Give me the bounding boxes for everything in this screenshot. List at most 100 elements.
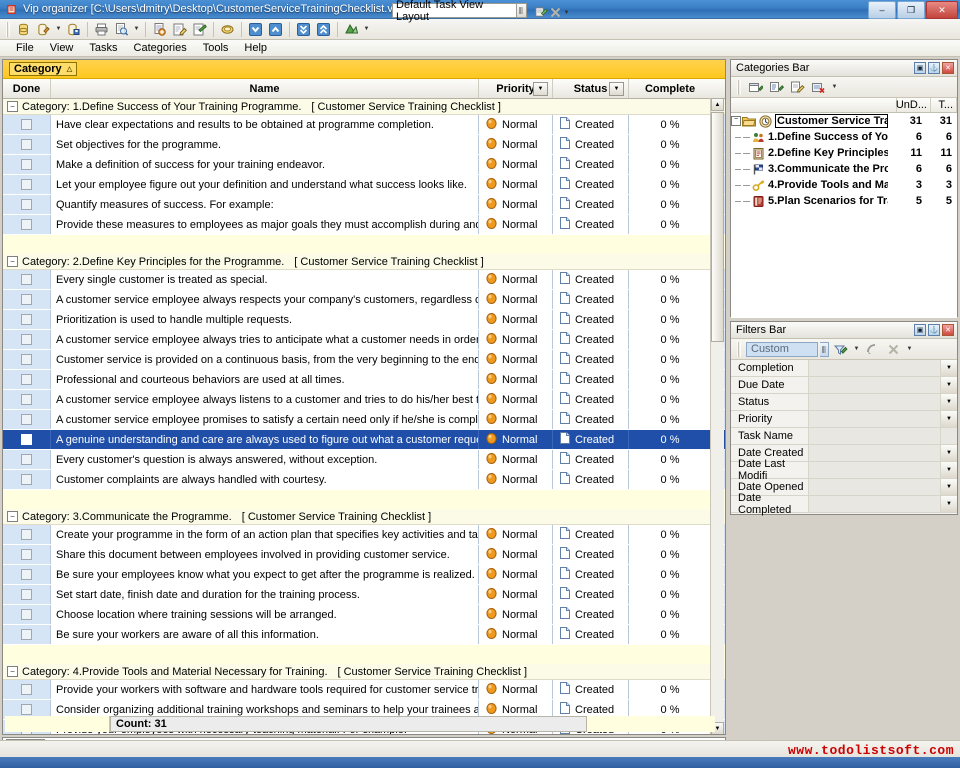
task-status-cell[interactable]: Created [553,450,629,469]
task-done-cell[interactable] [3,290,51,309]
delete-task-icon[interactable] [190,20,209,38]
note-icon[interactable] [218,20,237,38]
task-done-cell[interactable] [3,525,51,544]
tree-node-category[interactable]: 3.Communicate the Programme66 [731,161,957,177]
task-done-cell[interactable] [3,350,51,369]
task-priority-cell[interactable]: Normal [479,135,553,154]
edit-category-icon[interactable] [788,78,807,96]
done-checkbox[interactable] [21,529,32,540]
done-checkbox[interactable] [21,119,32,130]
done-checkbox[interactable] [21,219,32,230]
panel-restore-icon[interactable]: ▣ [914,324,926,336]
clear-filter-icon[interactable] [863,340,882,358]
task-priority-cell[interactable]: Normal [479,545,553,564]
task-done-cell[interactable] [3,450,51,469]
done-checkbox[interactable] [21,434,32,445]
task-complete-cell[interactable]: 0 % [629,605,711,624]
task-view-layout-combo[interactable]: Default Task View Layout [392,3,517,18]
table-row[interactable]: Provide your workers with software and h… [3,680,725,700]
task-complete-cell[interactable]: 0 % [629,290,711,309]
table-row[interactable]: Provide these measures to employees as m… [3,215,725,235]
filter-value-input[interactable] [809,394,941,410]
layout-options-dropdown-icon[interactable]: ▼ [562,4,571,22]
task-name-cell[interactable]: Share this document between employees in… [51,545,479,564]
menu-item-tools[interactable]: Tools [195,41,237,55]
table-row[interactable]: Have clear expectations and results to b… [3,115,725,135]
table-row[interactable]: Quantify measures of success. For exampl… [3,195,725,215]
task-complete-cell[interactable]: 0 % [629,370,711,389]
group-collapse-icon[interactable]: − [7,256,18,267]
table-row[interactable]: Every customer's question is always answ… [3,450,725,470]
task-done-cell[interactable] [3,605,51,624]
filter-row[interactable]: Priority▼ [731,411,957,428]
task-complete-cell[interactable]: 0 % [629,175,711,194]
task-status-cell[interactable]: Created [553,195,629,214]
grid-vertical-scrollbar[interactable]: ▲ ▼ [710,98,724,735]
group-by-band[interactable]: Category △ [3,60,725,79]
task-status-cell[interactable]: Created [553,545,629,564]
done-checkbox[interactable] [21,414,32,425]
filters-toolbar-grip[interactable] [737,342,741,357]
task-complete-cell[interactable]: 0 % [629,115,711,134]
task-status-cell[interactable]: Created [553,115,629,134]
tree-node-root[interactable]: −Customer Service Training Che3131 [731,113,957,129]
done-checkbox[interactable] [21,274,32,285]
print-icon[interactable] [92,20,111,38]
scroll-up-button[interactable]: ▲ [711,98,724,111]
task-status-cell[interactable]: Created [553,410,629,429]
task-name-cell[interactable]: Be sure your employees know what you exp… [51,565,479,584]
filter-value-input[interactable] [809,496,941,512]
close-button[interactable]: ✕ [926,1,958,19]
new-category-icon[interactable] [746,78,765,96]
delete-category-icon[interactable] [809,78,828,96]
column-header-status[interactable]: Status ▼ [553,79,629,98]
task-name-cell[interactable]: Make a definition of success for your tr… [51,155,479,174]
done-checkbox[interactable] [21,159,32,170]
filter-dropdown-arrow-icon[interactable]: ▼ [941,445,957,461]
filter-dropdown-icon[interactable]: ▼ [852,340,861,358]
task-status-cell[interactable]: Created [553,430,629,449]
task-name-cell[interactable]: A customer service employee always liste… [51,390,479,409]
done-checkbox[interactable] [21,199,32,210]
filter-preset-arrow-icon[interactable] [820,342,829,357]
task-done-cell[interactable] [3,585,51,604]
table-row[interactable]: Share this document between employees in… [3,545,725,565]
filter-row[interactable]: Due Date▼ [731,377,957,394]
filter-dropdown-arrow-icon[interactable]: ▼ [941,377,957,393]
task-priority-cell[interactable]: Normal [479,215,553,234]
maximize-button[interactable]: ❐ [897,1,925,19]
task-done-cell[interactable] [3,565,51,584]
tree-node-category[interactable]: 5.Plan Scenarios for Training S55 [731,193,957,209]
task-name-cell[interactable]: Customer complaints are always handled w… [51,470,479,489]
table-row[interactable]: A genuine understanding and care are alw… [3,430,725,450]
task-status-cell[interactable]: Created [553,625,629,644]
filter-dropdown-arrow-icon[interactable]: ▼ [941,462,957,478]
task-name-cell[interactable]: Provide your workers with software and h… [51,680,479,699]
tree-column-undone[interactable]: UnD... [897,98,931,112]
grid-rows-container[interactable]: −Category: 1.Define Success of Your Trai… [3,99,725,735]
print-preview-icon[interactable] [112,20,131,38]
menu-item-help[interactable]: Help [236,41,275,55]
task-complete-cell[interactable]: 0 % [629,215,711,234]
task-name-cell[interactable]: Every single customer is treated as spec… [51,270,479,289]
task-done-cell[interactable] [3,115,51,134]
filter-row[interactable]: Date Last Modifi▼ [731,462,957,479]
task-complete-cell[interactable]: 0 % [629,330,711,349]
table-row[interactable]: Be sure your employees know what you exp… [3,565,725,585]
edit-task-icon[interactable] [170,20,189,38]
task-complete-cell[interactable]: 0 % [629,430,711,449]
task-name-cell[interactable]: Be sure your workers are aware of all th… [51,625,479,644]
move-bottom-icon[interactable] [294,20,313,38]
task-complete-cell[interactable]: 0 % [629,135,711,154]
new-task-icon[interactable] [150,20,169,38]
done-checkbox[interactable] [21,314,32,325]
apply-filter-icon[interactable] [831,340,850,358]
filter-value-input[interactable] [809,462,941,478]
task-status-cell[interactable]: Created [553,310,629,329]
table-row[interactable]: Every single customer is treated as spec… [3,270,725,290]
task-status-cell[interactable]: Created [553,215,629,234]
table-row[interactable]: Make a definition of success for your tr… [3,155,725,175]
task-name-cell[interactable]: Have clear expectations and results to b… [51,115,479,134]
task-status-cell[interactable]: Created [553,270,629,289]
tree-node-category[interactable]: 4.Provide Tools and Material N33 [731,177,957,193]
